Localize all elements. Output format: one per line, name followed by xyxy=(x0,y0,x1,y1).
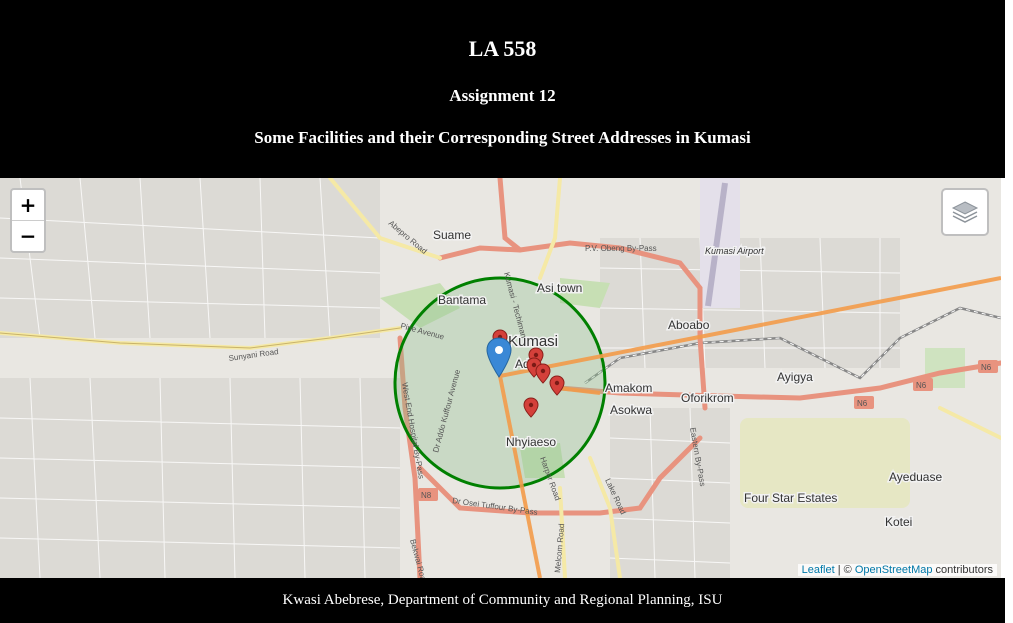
zoom-out-button[interactable]: − xyxy=(12,220,44,251)
osm-link[interactable]: OpenStreetMap xyxy=(855,564,933,576)
map-canvas[interactable]: Suame Bantama Asi town Kumasi Adu Aboabo… xyxy=(0,178,1001,578)
page-subtitle: Assignment 12 xyxy=(449,86,556,105)
map-markers xyxy=(486,329,565,418)
zoom-control: + − xyxy=(10,188,46,253)
map-attribution: Leaflet | © OpenStreetMap contributors xyxy=(797,564,997,576)
zoom-in-button[interactable]: + xyxy=(12,190,44,220)
page-title: LA 558 xyxy=(468,36,537,61)
map-heading: Some Facilities and their Corresponding … xyxy=(254,128,751,147)
footer-credit: Kwasi Abebrese, Department of Community … xyxy=(282,592,723,608)
layers-icon xyxy=(951,201,979,223)
attribution-separator: | © xyxy=(834,564,855,576)
page-margin xyxy=(1005,0,1013,623)
location-marker[interactable] xyxy=(486,337,512,378)
attribution-suffix: contributors xyxy=(932,564,993,576)
leaflet-link[interactable]: Leaflet xyxy=(802,564,835,576)
layers-control-button[interactable] xyxy=(941,188,989,236)
page-footer: Kwasi Abebrese, Department of Community … xyxy=(0,578,1005,623)
page-header: LA 558 Assignment 12 Some Facilities and… xyxy=(0,0,1005,178)
facility-marker[interactable] xyxy=(523,397,539,418)
facility-marker[interactable] xyxy=(535,363,551,384)
facility-marker[interactable] xyxy=(549,375,565,396)
